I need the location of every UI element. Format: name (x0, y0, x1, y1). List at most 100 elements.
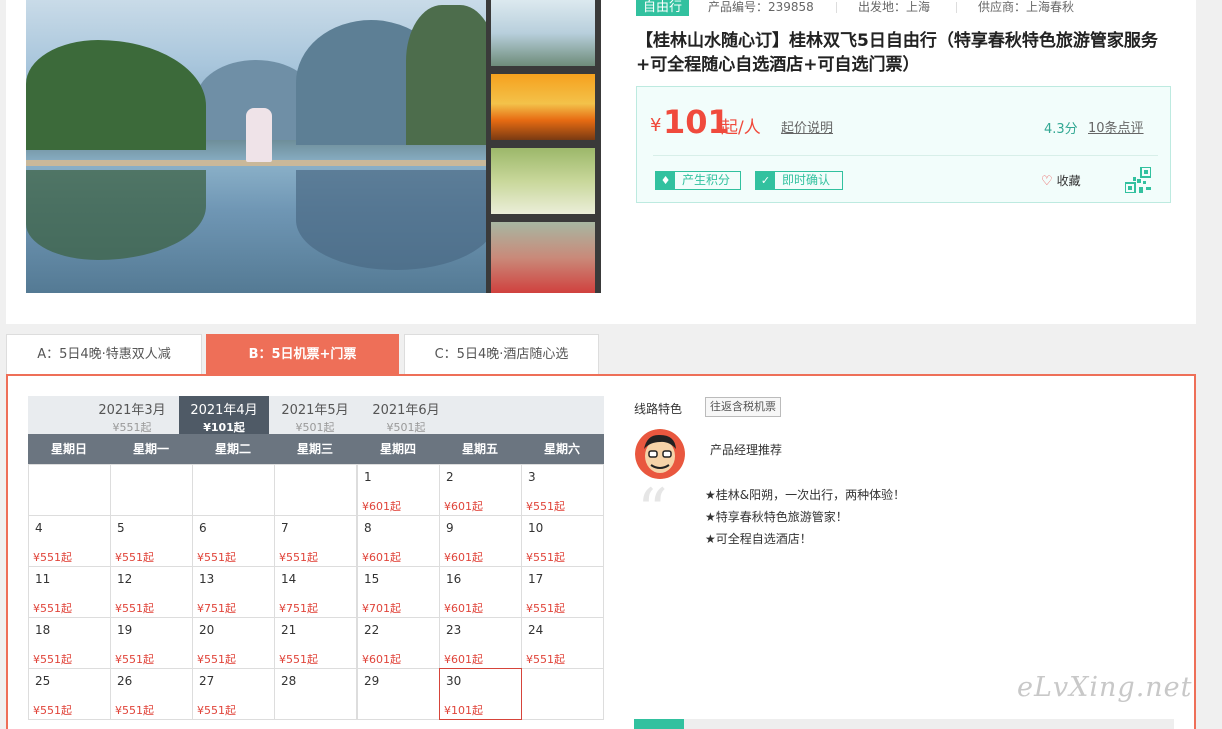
calendar-day-cell[interactable]: 20 ¥551起 (192, 617, 275, 669)
calendar-day-number: 15 (364, 572, 380, 586)
calendar-day-number: 18 (35, 623, 51, 637)
calendar-day-cell[interactable]: 30 ¥101起 (439, 668, 522, 720)
calendar-day-cell[interactable]: 18 ¥551起 (28, 617, 111, 669)
calendar-day-cell[interactable]: 7 ¥551起 (274, 515, 357, 567)
calendar-day-cell[interactable]: 4 ¥551起 (28, 515, 111, 567)
thumbnail-4[interactable] (491, 222, 595, 293)
calendar-day-price: ¥601起 (362, 500, 401, 513)
month-tab[interactable]: 2021年6月 ¥501起 (361, 396, 451, 434)
calendar-day-cell[interactable]: 23 ¥601起 (439, 617, 522, 669)
thumbnail-1[interactable] (491, 0, 595, 66)
calendar-day-cell[interactable]: 1 ¥601起 (357, 464, 440, 516)
tab-package-b[interactable]: B：5日机票+门票 (206, 334, 399, 375)
calendar-day-price: ¥551起 (197, 653, 236, 666)
calendar-day-number: 20 (199, 623, 215, 637)
calendar-day-price: ¥551起 (115, 551, 154, 564)
quote-icon: “ (637, 476, 668, 546)
calendar-day-price: ¥601起 (444, 602, 483, 615)
calendar-day-number: 4 (35, 521, 43, 535)
instant-confirm-label: 即时确认 (782, 173, 831, 187)
heart-icon: ♡ (1041, 174, 1053, 189)
price-box: ¥ 101 起/人 起价说明 4.3分 10条点评 ♦ 产生积分 ✓ 即时确认 … (636, 86, 1171, 203)
price-calendar: 2021年3月 ¥551起 2021年4月 ¥101起 2021年5月 ¥501起 2… (28, 396, 604, 729)
calendar-day-cell[interactable]: 13 ¥751起 (192, 566, 275, 618)
favorite-label: 收藏 (1056, 174, 1081, 188)
calendar-day-price: ¥551起 (115, 704, 154, 717)
product-number: 产品编号：239858 (708, 0, 814, 14)
favorite-button[interactable]: ♡ 收藏 (1041, 172, 1081, 189)
thumbnail-3[interactable] (491, 148, 595, 214)
main-photo[interactable] (26, 0, 488, 293)
calendar-day-cell[interactable]: 17 ¥551起 (521, 566, 604, 618)
calendar-day-cell[interactable]: 14 ¥751起 (274, 566, 357, 618)
thumbnail-strip (486, 0, 601, 293)
product-meta: 自由行 产品编号：239858 出发地：上海 供应商：上海春秋 (636, 0, 1196, 16)
calendar-day-price: ¥751起 (197, 602, 236, 615)
calendar-day-price: ¥551起 (197, 704, 236, 717)
calendar-day-cell[interactable]: 10 ¥551起 (521, 515, 604, 567)
calendar-day-cell[interactable]: 6 ¥551起 (192, 515, 275, 567)
calendar-day-number: 10 (528, 521, 544, 535)
calendar-day-price: ¥701起 (362, 602, 401, 615)
calendar-day-price: ¥551起 (33, 602, 72, 615)
weekday-label: 星期一 (132, 442, 169, 456)
reviews-link[interactable]: 10条点评 (1088, 117, 1144, 136)
calendar-day-number: 7 (281, 521, 289, 535)
calendar-day-number: 30 (446, 674, 462, 688)
instant-confirm-tag: ✓ 即时确认 (755, 171, 843, 190)
calendar-day-price: ¥551起 (526, 602, 565, 615)
calendar-day-cell[interactable]: 16 ¥601起 (439, 566, 522, 618)
weekday-label: 星期三 (296, 442, 333, 456)
feature-item: ★可全程自选酒店！ (705, 532, 812, 546)
calendar-day-cell[interactable]: 15 ¥701起 (357, 566, 440, 618)
divider (653, 155, 1158, 156)
calendar-day-cell[interactable]: 27 ¥551起 (192, 668, 275, 720)
month-tab[interactable]: 2021年4月 ¥101起 (179, 396, 269, 434)
thumbnail-2[interactable] (491, 74, 595, 140)
calendar-day-cell[interactable]: 3 ¥551起 (521, 464, 604, 516)
product-title: 【桂林山水随心订】桂林双飞5日自由行（特享春秋特色旅游管家服务+可全程随心自选酒… (636, 31, 1158, 75)
tab-package-c[interactable]: C：5日4晚·酒店随心选 (404, 334, 599, 375)
calendar-empty-cell (110, 464, 193, 516)
product-header-card: 自由行 产品编号：239858 出发地：上海 供应商：上海春秋 【桂林山水随心订… (6, 0, 1196, 324)
calendar-day-price: ¥551起 (526, 551, 565, 564)
calendar-day-cell[interactable]: 28 (274, 668, 357, 720)
calendar-day-number: 11 (35, 572, 51, 586)
points-tag-label: 产生积分 (682, 173, 731, 187)
price-amount: 101 (663, 103, 730, 141)
calendar-day-cell[interactable]: 5 ¥551起 (110, 515, 193, 567)
calendar-day-cell[interactable]: 2 ¥601起 (439, 464, 522, 516)
weekday-label: 星期日 (50, 442, 87, 456)
calendar-day-cell[interactable]: 21 ¥551起 (274, 617, 357, 669)
calendar-day-cell[interactable]: 12 ¥551起 (110, 566, 193, 618)
calendar-day-cell[interactable]: 24 ¥551起 (521, 617, 604, 669)
calendar-day-cell[interactable]: 11 ¥551起 (28, 566, 111, 618)
check-icon: ✓ (756, 172, 775, 189)
calendar-empty-cell (521, 668, 604, 720)
calendar-day-price: ¥101起 (444, 704, 483, 717)
price-note-link[interactable]: 起价说明 (781, 117, 833, 136)
calendar-day-cell[interactable]: 29 (357, 668, 440, 720)
calendar-day-number: 27 (199, 674, 215, 688)
calendar-day-cell[interactable]: 25 ¥551起 (28, 668, 111, 720)
calendar-day-number: 1 (364, 470, 372, 484)
qr-code-icon[interactable] (1125, 167, 1151, 193)
month-tab[interactable]: 2021年5月 ¥501起 (270, 396, 360, 434)
calendar-day-number: 29 (364, 674, 380, 688)
calendar-day-price: ¥751起 (279, 602, 318, 615)
month-tab[interactable]: 2021年3月 ¥551起 (87, 396, 177, 434)
calendar-day-number: 21 (281, 623, 297, 637)
calendar-empty-cell (192, 464, 275, 516)
departure-city: 出发地：上海 (858, 0, 931, 14)
calendar-day-cell[interactable]: 22 ¥601起 (357, 617, 440, 669)
meta-divider (836, 2, 837, 13)
calendar-day-cell[interactable]: 9 ¥601起 (439, 515, 522, 567)
calendar-day-cell[interactable]: 8 ¥601起 (357, 515, 440, 567)
calendar-day-cell[interactable]: 19 ¥551起 (110, 617, 193, 669)
weekday-label: 星期五 (461, 442, 498, 456)
calendar-day-price: ¥551起 (33, 704, 72, 717)
calendar-day-price: ¥551起 (526, 653, 565, 666)
calendar-day-cell[interactable]: 26 ¥551起 (110, 668, 193, 720)
currency-symbol: ¥ (650, 115, 662, 136)
tab-package-a[interactable]: A：5日4晚·特惠双人减 (6, 334, 202, 375)
